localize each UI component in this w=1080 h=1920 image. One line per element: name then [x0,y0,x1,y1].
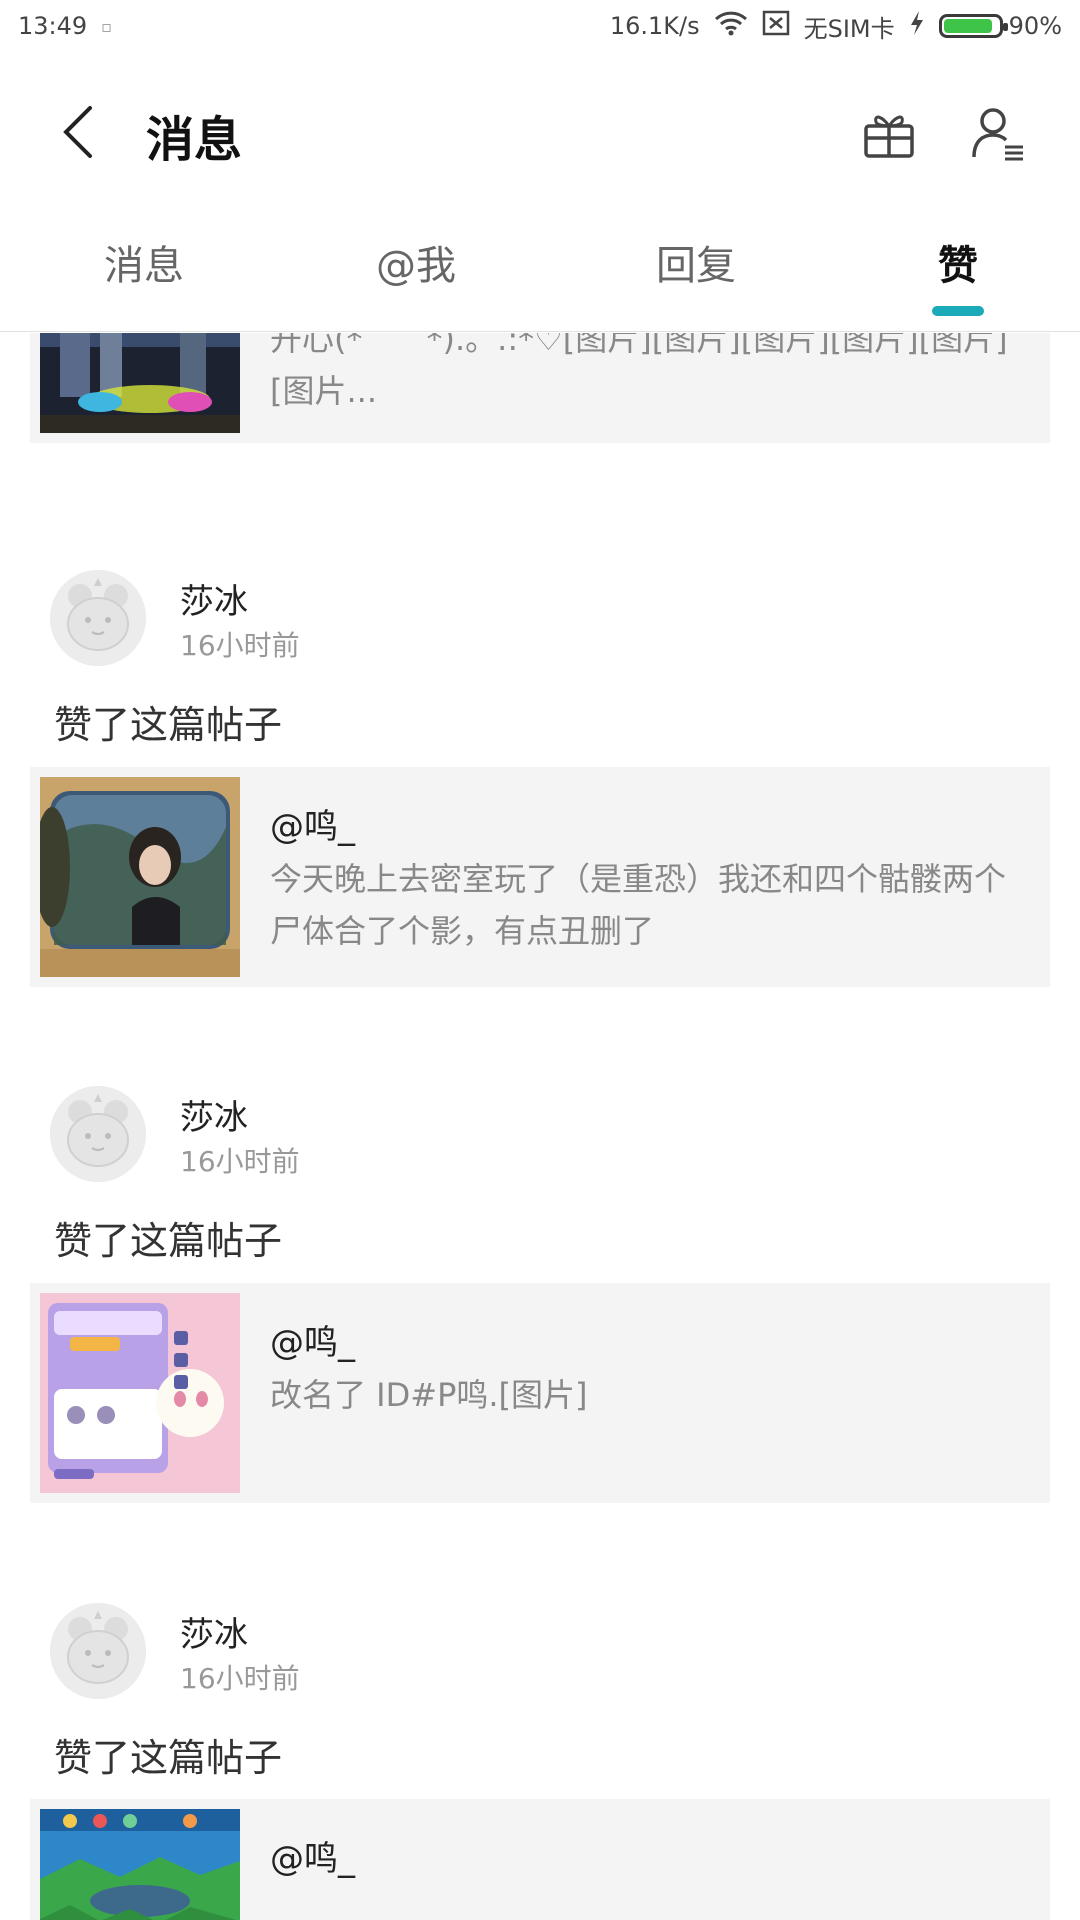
wifi-icon [714,10,748,42]
tab-likes[interactable]: 赞 [868,236,1048,316]
user-name[interactable]: 莎冰 [180,574,248,623]
post-text: 今天晚上去密室玩了（是重恐）我还和四个骷髅两个尸体合了个影，有点丑删了 [270,860,1007,950]
post-thumbnail [40,1809,240,1920]
user-settings-button[interactable] [962,96,1036,170]
charging-icon [909,10,925,42]
user-name[interactable]: 莎冰 [180,1090,248,1139]
status-bar: 13:49 ▫ 16.1K/s 无SIM卡 90% [0,0,1080,52]
action-text: 赞了这篇帖子 [54,703,283,747]
network-speed: 16.1K/s [609,12,700,40]
tab-label: 赞 [938,243,978,289]
battery-indicator: 90% [938,12,1062,40]
post-card[interactable]: @鸣_ 今天晚上去密室玩了（是重恐）我还和四个骷髅两个尸体合了个影，有点丑删了 [30,767,1050,987]
sim-status: 无SIM卡 [803,14,895,43]
header: 消息 [0,52,1080,212]
tab-bar: 消息 @我 回复 赞 [0,212,1080,332]
post-thumbnail [40,1293,240,1493]
user-settings-icon [972,108,1023,161]
notification-icon: ▫ [101,16,113,36]
post-author[interactable]: @鸣_ [270,1315,355,1364]
post-card[interactable]: @鸣_ 改名了 ID#P鸣.[图片] [30,1283,1050,1503]
gift-button[interactable] [852,96,926,170]
action-text: 赞了这篇帖子 [54,1219,283,1263]
action-text: 赞了这篇帖子 [54,1736,283,1780]
timestamp: 16小时前 [180,629,300,662]
battery-icon [938,14,1008,38]
no-sim-icon [762,10,790,42]
post-text: 改名了 ID#P鸣.[图片] [270,1376,588,1414]
post-card[interactable]: @鸣_ [30,1799,1050,1920]
battery-percent: 90% [1008,12,1062,40]
post-thumbnail [40,333,240,433]
tab-mentions[interactable]: @我 [326,236,506,316]
tab-label: 回复 [656,243,736,289]
post-card[interactable]: 开心(*ˇ︶ˇ*).。.:*♡[图片][图片][图片][图片][图片][图片..… [30,333,1050,443]
screen: 13:49 ▫ 16.1K/s 无SIM卡 90% 消息 消息 @我 回复 赞 … [0,0,1080,1920]
default-avatar-icon [50,1086,146,1182]
avatar[interactable] [50,570,146,666]
page-title: 消息 [146,112,243,168]
timestamp: 16小时前 [180,1662,300,1695]
like-notification: 莎冰 16小时前 赞了这篇帖子 [0,1603,1080,1803]
user-name[interactable]: 莎冰 [180,1607,248,1656]
post-author[interactable]: @鸣_ [270,799,355,848]
timestamp: 16小时前 [180,1145,300,1178]
avatar[interactable] [50,1086,146,1182]
like-notification: 莎冰 16小时前 赞了这篇帖子 [0,1086,1080,1286]
tab-label: 消息 [104,243,184,289]
post-text: 开心(*ˇ︶ˇ*).。.:*♡[图片][图片][图片][图片][图片][图片..… [270,333,1008,410]
avatar[interactable] [50,1603,146,1699]
tab-messages[interactable]: 消息 [54,236,234,316]
status-time: 13:49 [18,12,88,40]
default-avatar-icon [50,570,146,666]
likes-list[interactable]: 开心(*ˇ︶ˇ*).。.:*♡[图片][图片][图片][图片][图片][图片..… [0,333,1080,1920]
chevron-left-icon [63,106,92,158]
post-thumbnail [40,777,240,977]
default-avatar-icon [50,1603,146,1699]
like-notification: 莎冰 16小时前 赞了这篇帖子 [0,570,1080,770]
gift-icon [864,115,914,158]
tab-replies[interactable]: 回复 [606,236,786,316]
post-author[interactable]: @鸣_ [270,1831,355,1880]
tab-label: @我 [376,243,456,289]
active-tab-indicator [932,306,984,316]
back-button[interactable] [48,102,108,162]
